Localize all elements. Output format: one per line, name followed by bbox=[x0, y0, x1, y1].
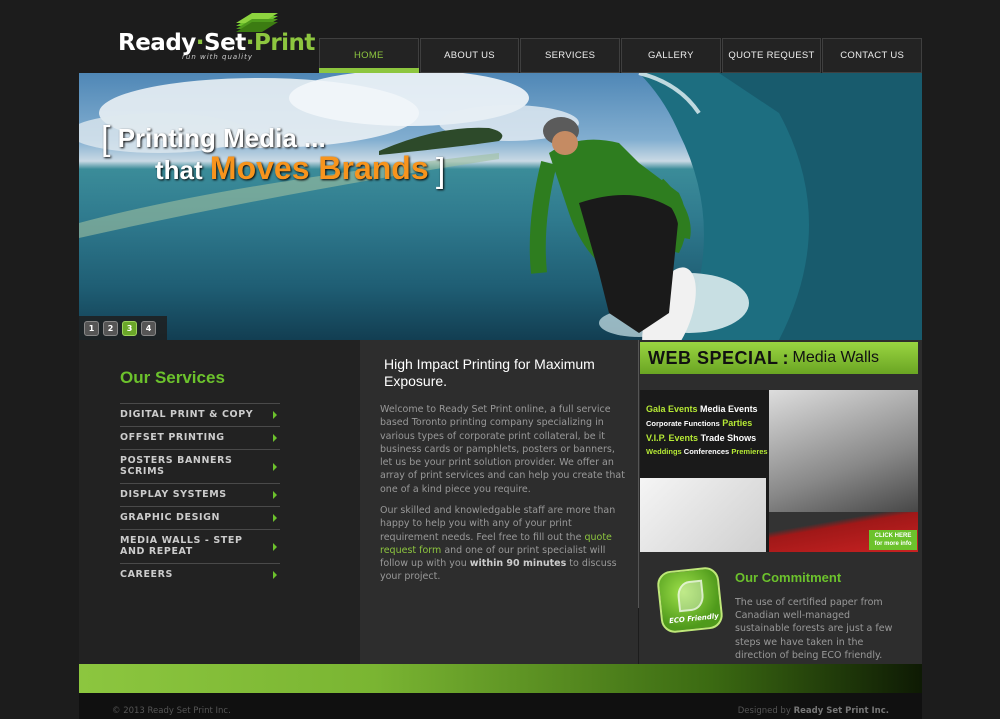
commitment-text: The use of certified paper from Canadian… bbox=[735, 597, 893, 661]
sidebar-title: Our Services bbox=[120, 368, 225, 387]
nav-home[interactable]: HOME bbox=[319, 38, 419, 73]
services-list: DIGITAL PRINT & COPY OFFSET PRINTING POS… bbox=[120, 403, 280, 586]
designed-by: Designed by Ready Set Print Inc. bbox=[737, 706, 889, 716]
nav-gallery[interactable]: GALLERY bbox=[621, 38, 721, 73]
event-photos bbox=[640, 478, 766, 552]
page: Ready·Set·Print run with quality HOME AB… bbox=[0, 0, 1000, 719]
arrow-right-icon bbox=[273, 491, 277, 499]
main-content: High Impact Printing for Maximum Exposur… bbox=[360, 340, 638, 664]
hero-slider: [ Printing Media ... that Moves Brands ]… bbox=[79, 73, 922, 340]
click-here-button[interactable]: CLICK HERE for more info bbox=[869, 530, 917, 550]
web-special-banner[interactable]: WEB SPECIAL: Media Walls bbox=[640, 342, 918, 374]
services-sidebar: Our Services DIGITAL PRINT & COPY OFFSET… bbox=[79, 340, 360, 664]
intro-paragraph: Welcome to Ready Set Print online, a ful… bbox=[380, 404, 625, 495]
arrow-right-icon bbox=[273, 571, 277, 579]
logo[interactable]: Ready·Set·Print run with quality bbox=[118, 10, 315, 62]
arrow-right-icon bbox=[273, 434, 277, 442]
hero-image bbox=[79, 73, 922, 340]
arrow-right-icon bbox=[273, 514, 277, 522]
commitment-title: Our Commitment bbox=[735, 570, 842, 585]
slide-button-1[interactable]: 1 bbox=[84, 320, 99, 336]
service-media-walls[interactable]: MEDIA WALLS - STEP AND REPEAT bbox=[120, 529, 280, 563]
arrow-right-icon bbox=[273, 462, 277, 471]
eco-friendly-icon: ECO Friendly bbox=[655, 565, 725, 635]
arrow-right-icon bbox=[273, 411, 277, 419]
hero-line-2b: Moves Brands bbox=[209, 150, 429, 186]
green-band bbox=[79, 664, 922, 693]
service-digital-print[interactable]: DIGITAL PRINT & COPY bbox=[120, 403, 280, 426]
logo-tagline: run with quality bbox=[182, 53, 253, 61]
nav-quote-request[interactable]: QUOTE REQUEST bbox=[721, 38, 822, 73]
media-wall-photo bbox=[769, 390, 918, 515]
slide-button-2[interactable]: 2 bbox=[103, 320, 118, 336]
service-graphic-design[interactable]: GRAPHIC DESIGN bbox=[120, 506, 280, 529]
right-column: WEB SPECIAL: Media Walls Gala Events Medi… bbox=[639, 340, 922, 664]
nav-about-us[interactable]: ABOUT US bbox=[419, 38, 520, 73]
slide-button-4[interactable]: 4 bbox=[141, 320, 156, 336]
event-types: Gala Events Media Events Corporate Funct… bbox=[646, 404, 768, 456]
footer: © 2013 Ready Set Print Inc. Designed by … bbox=[79, 693, 922, 719]
arrow-right-icon bbox=[273, 542, 277, 551]
nav-services[interactable]: SERVICES bbox=[520, 38, 621, 73]
staff-paragraph: Our skilled and knowledgable staff are m… bbox=[380, 505, 617, 583]
web-special-ad[interactable]: Gala Events Media Events Corporate Funct… bbox=[640, 390, 918, 552]
service-display-systems[interactable]: DISPLAY SYSTEMS bbox=[120, 483, 280, 506]
slide-pager: 1 2 3 4 bbox=[79, 316, 167, 340]
copyright: © 2013 Ready Set Print Inc. bbox=[112, 706, 231, 716]
hero-line-2a: that bbox=[155, 155, 203, 185]
paper-stack-icon bbox=[236, 13, 278, 32]
service-careers[interactable]: CAREERS bbox=[120, 563, 280, 586]
service-offset-printing[interactable]: OFFSET PRINTING bbox=[120, 426, 280, 449]
main-nav: HOME ABOUT US SERVICES GALLERY QUOTE REQ… bbox=[319, 38, 923, 73]
nav-contact-us[interactable]: CONTACT US bbox=[822, 38, 923, 73]
service-posters-banners[interactable]: POSTERS BANNERS SCRIMS bbox=[120, 449, 280, 483]
slide-button-3[interactable]: 3 bbox=[122, 320, 137, 336]
main-title: High Impact Printing for Maximum Exposur… bbox=[384, 356, 595, 389]
